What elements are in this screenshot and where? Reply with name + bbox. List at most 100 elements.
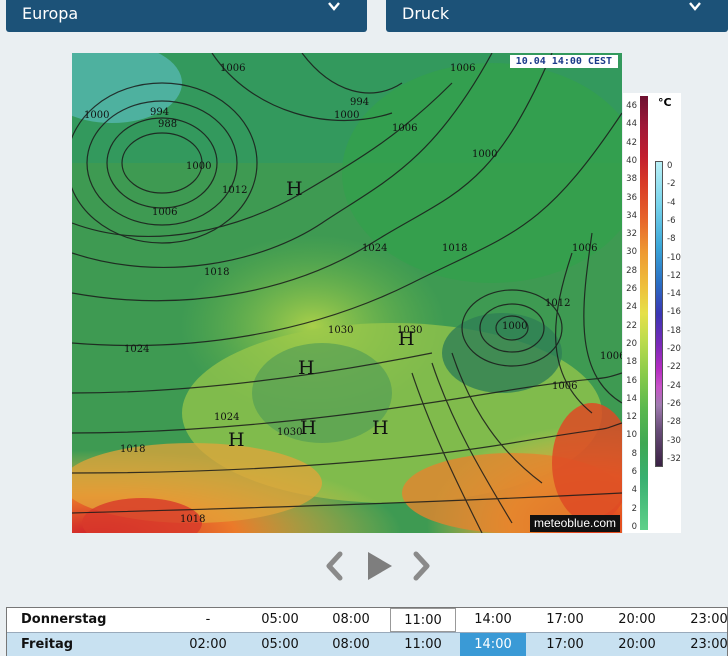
isobar-label: 1030 (277, 427, 303, 438)
chevron-left-icon[interactable] (322, 548, 346, 584)
legend-tick: -16 (667, 307, 681, 318)
legend-tick: 0 (667, 161, 673, 171)
time-cell[interactable]: 20:00 (604, 612, 670, 627)
legend-cold-ramp (655, 161, 663, 467)
time-cell[interactable]: 08:00 (318, 612, 384, 627)
legend-tick: 32 (626, 229, 637, 240)
isobar-label: 1006 (392, 123, 418, 134)
timeline-row: Donnerstag -05:00 08:00 11:00 14:00 17:00 20:… (7, 608, 727, 632)
time-cell[interactable]: 11:00 (390, 608, 456, 632)
legend-tick: 8 (631, 448, 637, 459)
legend-tick: 22 (626, 320, 637, 331)
legend-tick: 44 (626, 119, 637, 130)
legend-tick: -28 (667, 417, 681, 428)
legend-tick: -32 (667, 453, 681, 464)
isobar-label: 1012 (545, 298, 571, 309)
time-cell[interactable]: 05:00 (247, 637, 313, 652)
time-cell[interactable]: 17:00 (532, 612, 598, 627)
legend-tick: -22 (667, 362, 681, 373)
legend-tick: 38 (626, 174, 637, 185)
legend-tick: -18 (667, 325, 681, 336)
legend-tick: 10 (626, 430, 637, 441)
time-cell[interactable]: 11:00 (390, 637, 456, 652)
legend-tick: -26 (667, 398, 681, 409)
isobar-label: 1006 (220, 63, 246, 74)
map-timestamp: 10.04 14:00 CEST (509, 55, 618, 68)
isobar-label: 1006 (572, 243, 598, 254)
parameter-select[interactable]: Druck (386, 0, 728, 32)
time-cell[interactable]: 20:00 (604, 637, 670, 652)
map-credit: meteoblue.com (529, 515, 620, 532)
pressure-system-marker: H (398, 328, 415, 350)
timeline-row: Freitag 02:00 05:00 08:00 11:00 14:00 17:00 20… (7, 632, 727, 656)
chevron-down-icon (328, 2, 340, 11)
isobar-label: 1024 (362, 243, 388, 254)
legend-tick: -12 (667, 270, 681, 281)
time-cell[interactable]: 23:00 (676, 637, 727, 652)
legend-warm-ramp (640, 96, 648, 530)
time-cell[interactable]: 14:00 (460, 612, 526, 627)
isobar-label: 1018 (442, 243, 468, 254)
legend-tick: -2 (667, 179, 676, 190)
isobar-label: 988 (158, 119, 178, 130)
temperature-field (72, 53, 622, 533)
isobar-label: 1000 (472, 149, 498, 160)
legend-tick: 14 (626, 393, 637, 404)
parameter-select-value: Druck (402, 4, 450, 23)
time-cell[interactable]: 17:00 (532, 637, 598, 652)
isobar-label: 1024 (214, 412, 240, 423)
isobar-label: 1000 (502, 321, 528, 332)
legend-tick: -10 (667, 252, 681, 263)
legend-tick: 30 (626, 247, 637, 258)
legend-tick: -30 (667, 435, 681, 446)
legend-tick: -20 (667, 344, 681, 354)
isobar-label: 1000 (186, 161, 212, 172)
day-label: Donnerstag (21, 612, 107, 627)
legend-tick: 34 (626, 210, 637, 221)
pressure-system-marker: H (298, 357, 315, 379)
isobar-label: 1018 (120, 444, 146, 455)
isobar-label: 1000 (84, 110, 110, 121)
isobar-label: 1024 (124, 344, 150, 355)
legend-tick: 2 (631, 503, 637, 514)
chevron-down-icon (689, 2, 701, 11)
legend-tick: 46 (626, 101, 637, 111)
legend-tick: 6 (631, 467, 637, 477)
time-cell[interactable]: 05:00 (247, 612, 313, 627)
isobar-label: 1006 (152, 207, 178, 218)
legend-tick: 40 (626, 155, 637, 166)
isobar-label: 994 (150, 107, 170, 118)
legend-tick: 24 (626, 302, 637, 313)
isobar-label: 1006 (600, 351, 622, 362)
time-cell[interactable]: 14:00 (460, 633, 526, 656)
play-icon[interactable] (364, 548, 394, 584)
isobar-label: 1018 (204, 267, 230, 278)
legend-tick: -8 (667, 234, 676, 245)
legend-tick: 0 (631, 521, 637, 532)
legend-tick: 20 (626, 338, 637, 349)
legend-tick: -24 (667, 380, 681, 391)
legend-tick: 16 (626, 375, 637, 386)
legend-tick: -14 (667, 289, 681, 300)
time-cell[interactable]: 23:00 (676, 612, 727, 627)
legend-tick: 12 (626, 412, 637, 423)
time-cell[interactable]: 02:00 (175, 637, 241, 652)
isobar-label: 1006 (450, 63, 476, 74)
isobar-label: 1018 (180, 514, 206, 525)
weather-map: 10.04 14:00 CEST meteoblue.com 1006 1000… (72, 53, 622, 533)
pressure-system-marker: H (300, 417, 317, 439)
time-cell[interactable]: - (175, 612, 241, 627)
legend-tick: 28 (626, 265, 637, 276)
day-label: Freitag (21, 637, 74, 652)
playback-controls (322, 548, 434, 584)
region-select[interactable]: Europa (6, 0, 367, 32)
legend-unit: °C (658, 96, 672, 109)
forecast-timeline: Donnerstag -05:00 08:00 11:00 14:00 17:00 20:… (6, 607, 728, 656)
pressure-system-marker: H (228, 429, 245, 451)
legend-tick: 42 (626, 137, 637, 148)
legend-tick: 4 (631, 485, 637, 496)
time-cell[interactable]: 08:00 (318, 637, 384, 652)
isobar-label: 1006 (552, 381, 578, 392)
chevron-right-icon[interactable] (410, 548, 434, 584)
legend-tick: -6 (667, 215, 676, 226)
